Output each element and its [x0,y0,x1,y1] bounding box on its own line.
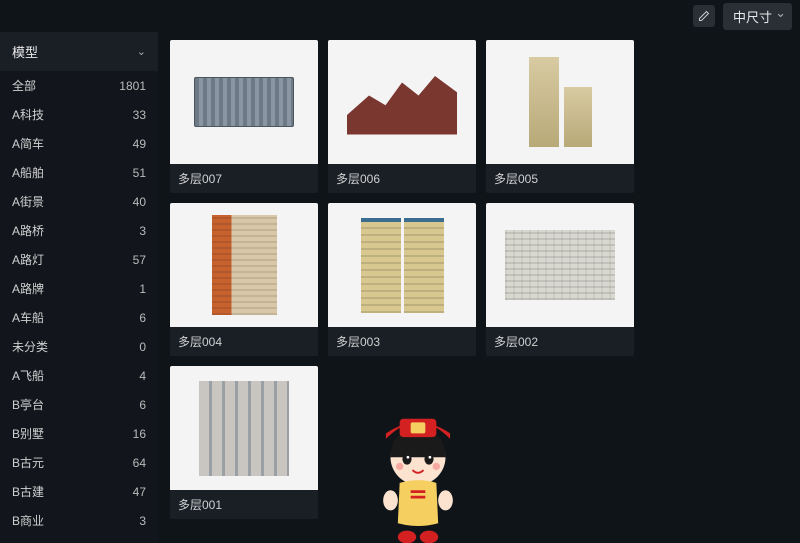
sidebar-item-label: B古元 [12,454,44,471]
main-area: 模型 ⌄ 全部1801A科技33A简车49A船舶51A街景40A路桥3A路灯57… [0,32,800,543]
content-area: 多层007 多层006 多层005 多层004 多层003 多层002 多层001 [158,32,800,543]
edit-icon[interactable] [693,5,715,27]
sidebar-item-label: A路牌 [12,280,44,297]
sidebar-item-count: 0 [139,340,146,354]
sidebar-item-count: 3 [139,224,146,238]
model-card[interactable]: 多层003 [328,203,476,356]
sidebar-item-count: 1801 [119,79,146,93]
model-label: 多层001 [170,490,318,519]
sidebar-item-label: A车船 [12,309,44,326]
sidebar-item-count: 47 [133,485,146,499]
sidebar-item-label: A路桥 [12,222,44,239]
sidebar-item-label: A路灯 [12,251,44,268]
sidebar-item[interactable]: A飞船 4 [0,361,158,390]
model-thumbnail [486,40,634,164]
sidebar-item-label: A科技 [12,106,44,123]
model-card[interactable]: 多层001 [170,366,318,519]
sidebar-item[interactable]: A街景 40 [0,187,158,216]
sidebar-item-label: B亭台 [12,396,44,413]
sidebar-item[interactable]: B别墅 16 [0,419,158,448]
sidebar-item[interactable]: A路灯 57 [0,245,158,274]
sidebar-item-label: A飞船 [12,367,44,384]
mascot [358,412,478,543]
model-label: 多层006 [328,164,476,193]
model-card[interactable]: 多层004 [170,203,318,356]
model-card[interactable]: 多层005 [486,40,634,193]
sidebar-item-label: A船舶 [12,164,44,181]
size-select-wrap: 中尺寸 [723,3,792,30]
model-grid: 多层007 多层006 多层005 多层004 多层003 多层002 多层001 [170,40,788,519]
sidebar-item-count: 64 [133,456,146,470]
sidebar-header-label: 模型 [12,42,38,61]
model-label: 多层004 [170,327,318,356]
model-card[interactable]: 多层002 [486,203,634,356]
model-thumbnail [328,40,476,164]
sidebar: 模型 ⌄ 全部1801A科技33A简车49A船舶51A街景40A路桥3A路灯57… [0,32,158,543]
sidebar-item-count: 1 [139,282,146,296]
sidebar-item-count: 16 [133,427,146,441]
sidebar-item[interactable]: 全部 1801 [0,71,158,100]
sidebar-item[interactable]: B古元 64 [0,448,158,477]
model-card[interactable]: 多层007 [170,40,318,193]
sidebar-item-count: 6 [139,311,146,325]
sidebar-header[interactable]: 模型 ⌄ [0,32,158,71]
sidebar-item[interactable]: A简车 49 [0,129,158,158]
sidebar-item[interactable]: B古建 47 [0,477,158,506]
sidebar-item[interactable]: A车船 6 [0,303,158,332]
category-list: 全部1801A科技33A简车49A船舶51A街景40A路桥3A路灯57A路牌1A… [0,71,158,543]
sidebar-item-label: A街景 [12,193,44,210]
sidebar-item[interactable]: 未分类 0 [0,332,158,361]
sidebar-item-count: 33 [133,108,146,122]
sidebar-item-count: 49 [133,137,146,151]
sidebar-item-label: B古建 [12,483,44,500]
chevron-down-icon: ⌄ [137,45,146,58]
model-label: 多层007 [170,164,318,193]
topbar: 中尺寸 [0,0,800,32]
sidebar-item-count: 40 [133,195,146,209]
sidebar-item[interactable]: B亭台 6 [0,390,158,419]
sidebar-item[interactable]: B城市30 [0,535,158,543]
model-thumbnail [170,40,318,164]
sidebar-item-label: B别墅 [12,425,44,442]
model-label: 多层003 [328,327,476,356]
sidebar-item-count: 4 [139,369,146,383]
sidebar-item[interactable]: B商业 3 [0,506,158,535]
sidebar-item[interactable]: A船舶 51 [0,158,158,187]
model-thumbnail [170,366,318,490]
sidebar-item-label: B商业 [12,512,44,529]
model-label: 多层002 [486,327,634,356]
model-thumbnail [486,203,634,327]
size-select[interactable]: 中尺寸 [723,3,792,30]
model-card[interactable]: 多层006 [328,40,476,193]
sidebar-item-count: 51 [133,166,146,180]
sidebar-item-label: A简车 [12,135,44,152]
model-label: 多层005 [486,164,634,193]
sidebar-item-count: 57 [133,253,146,267]
sidebar-item-label: 未分类 [12,338,48,355]
sidebar-item-count: 6 [139,398,146,412]
sidebar-item-count: 3 [139,514,146,528]
model-thumbnail [170,203,318,327]
sidebar-item[interactable]: A路牌 1 [0,274,158,303]
model-thumbnail [328,203,476,327]
sidebar-item-label: 全部 [12,77,36,94]
sidebar-item[interactable]: A科技 33 [0,100,158,129]
sidebar-item[interactable]: A路桥 3 [0,216,158,245]
